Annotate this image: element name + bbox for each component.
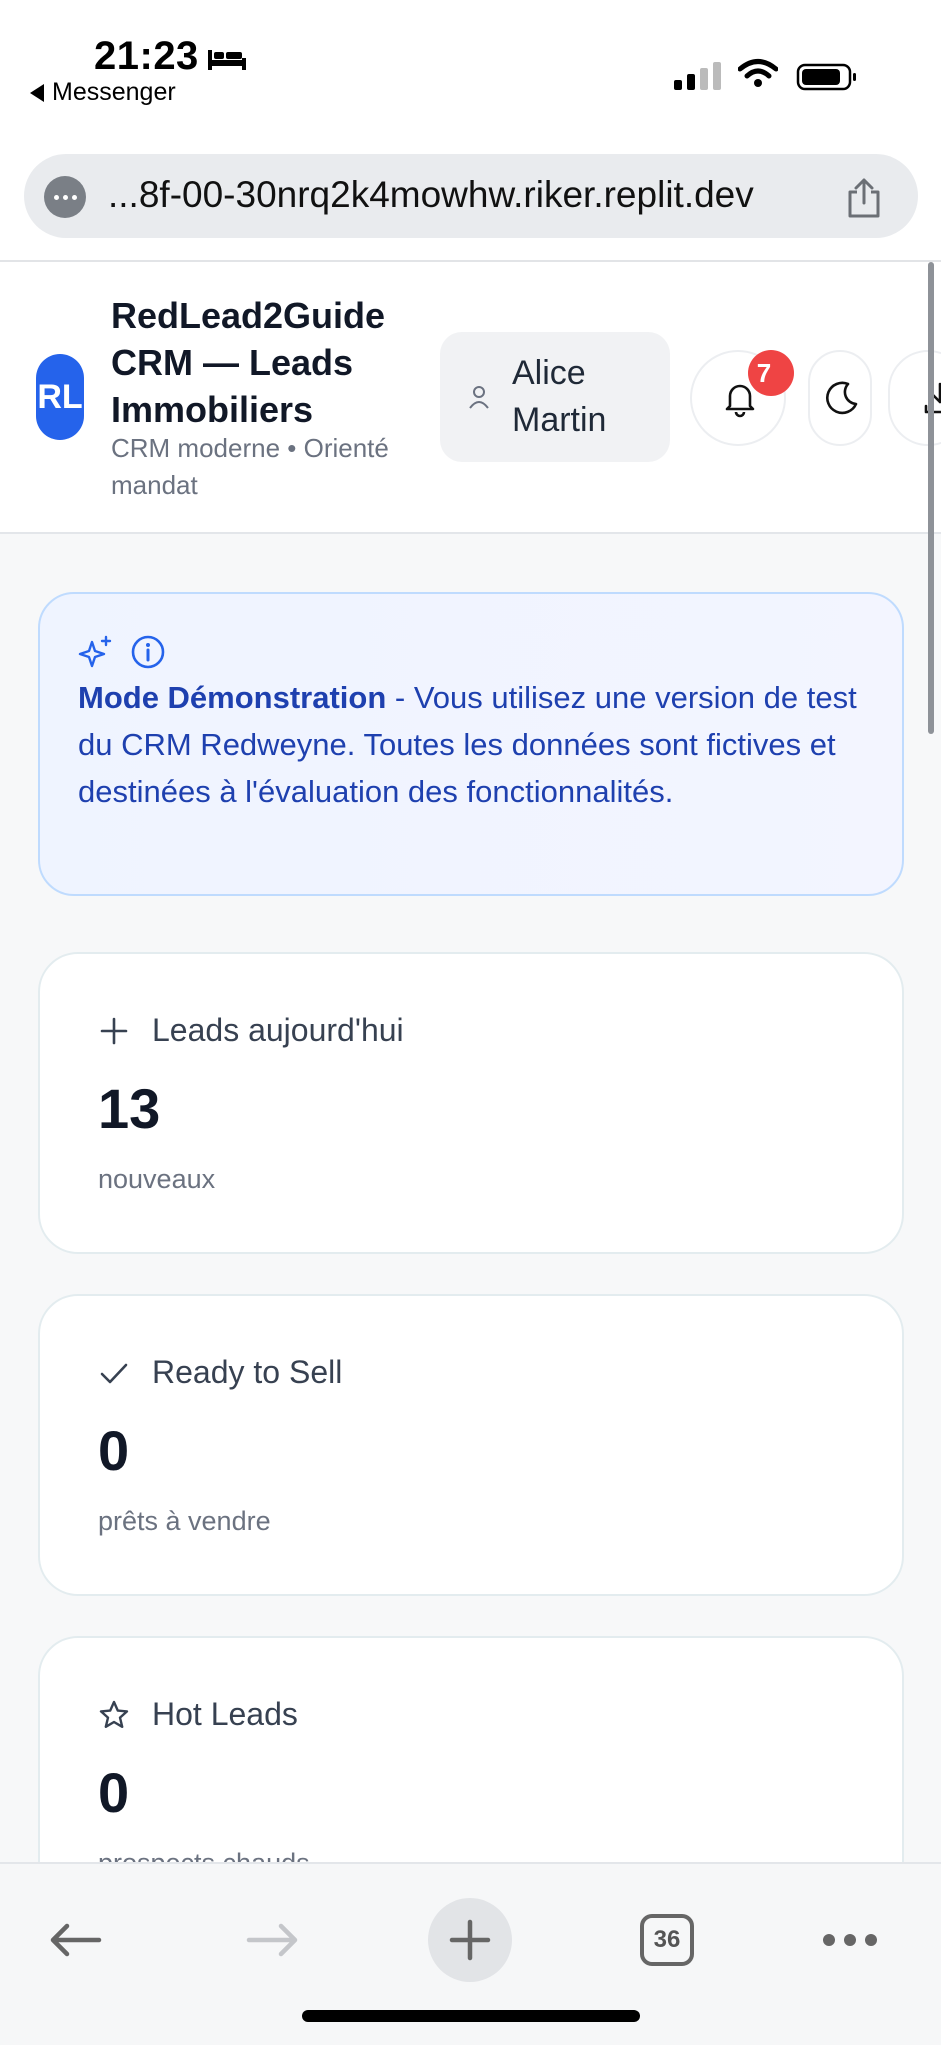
home-indicator[interactable] xyxy=(302,2010,640,2022)
battery-icon xyxy=(796,63,856,91)
url-text[interactable]: ...8f-00-30nrq2k4mowhw.riker.replit.dev xyxy=(108,174,754,216)
back-triangle-icon xyxy=(30,83,44,102)
info-icon xyxy=(131,635,165,669)
back-button[interactable] xyxy=(40,1898,110,1982)
dot-icon xyxy=(844,1934,856,1946)
wifi-icon xyxy=(738,59,778,87)
stat-label-row: Ready to Sell xyxy=(98,1354,342,1391)
user-menu-button[interactable]: Alice Martin xyxy=(440,332,670,462)
page-scrollbar[interactable] xyxy=(928,262,934,734)
stat-value: 0 xyxy=(98,1761,130,1824)
stat-value: 13 xyxy=(98,1077,161,1140)
stat-subtext: nouveaux xyxy=(98,1164,216,1194)
back-app-label: Messenger xyxy=(52,78,176,106)
status-bar: 21:23 Messenger xyxy=(0,0,941,150)
banner-icons xyxy=(78,634,166,670)
check-icon xyxy=(100,1363,128,1383)
stat-value: 0 xyxy=(98,1419,130,1482)
notification-count-badge: 7 xyxy=(748,350,794,396)
more-menu-button[interactable] xyxy=(820,1898,880,1982)
stat-label: Ready to Sell xyxy=(152,1354,343,1390)
arrow-left-icon xyxy=(50,1923,102,1957)
app-logo: RL xyxy=(36,354,84,440)
bed-icon xyxy=(208,50,246,70)
tab-count: 36 xyxy=(640,1914,694,1966)
phone-screen: 21:23 Messenger ...8f-00-30nrq2k4mowhw.r… xyxy=(0,0,941,2045)
share-icon[interactable] xyxy=(844,176,884,220)
page-menu-icon[interactable] xyxy=(44,176,86,218)
stat-subtext: prêts à vendre xyxy=(98,1506,271,1536)
address-bar[interactable]: ...8f-00-30nrq2k4mowhw.riker.replit.dev xyxy=(24,154,918,238)
app-subtitle: CRM moderne • Orienté mandat xyxy=(111,433,389,500)
browser-address-area: ...8f-00-30nrq2k4mowhw.riker.replit.dev xyxy=(0,150,941,262)
sparkles-icon xyxy=(78,635,112,668)
new-tab-button[interactable] xyxy=(428,1898,512,1982)
signal-icon xyxy=(674,62,721,90)
moon-icon xyxy=(826,381,858,415)
plus-icon xyxy=(100,1017,128,1044)
status-time: 21:23 xyxy=(94,34,199,78)
demo-banner-title: Mode Démonstration xyxy=(78,680,387,715)
theme-toggle-button[interactable] xyxy=(808,350,872,446)
arrow-right-icon xyxy=(246,1923,298,1957)
plus-icon xyxy=(449,1919,491,1961)
star-icon xyxy=(99,1700,129,1728)
tabs-button[interactable]: 36 xyxy=(638,1898,696,1982)
demo-banner-text: Mode Démonstration - Vous utilisez une v… xyxy=(78,674,878,815)
stat-card-leads-today[interactable]: Leads aujourd'hui 13 nouveaux xyxy=(38,952,904,1254)
back-to-app-link[interactable]: Messenger xyxy=(30,78,176,107)
dot-icon xyxy=(865,1934,877,1946)
stat-label-row: Leads aujourd'hui xyxy=(98,1012,404,1049)
stat-card-ready-to-sell[interactable]: Ready to Sell 0 prêts à vendre xyxy=(38,1294,904,1596)
stat-label: Hot Leads xyxy=(152,1696,298,1732)
stat-label-row: Hot Leads xyxy=(98,1696,298,1733)
user-name: Alice Martin xyxy=(512,354,607,439)
app-title: RedLead2Guide CRM — Leads Immobiliers xyxy=(111,295,386,430)
user-icon xyxy=(469,386,489,409)
stat-label: Leads aujourd'hui xyxy=(152,1012,404,1048)
app-header: RL RedLead2Guide CRM — Leads Immobiliers… xyxy=(0,262,941,534)
demo-mode-banner: Mode Démonstration - Vous utilisez une v… xyxy=(38,592,904,896)
forward-button[interactable] xyxy=(238,1898,308,1982)
dot-icon xyxy=(823,1934,835,1946)
